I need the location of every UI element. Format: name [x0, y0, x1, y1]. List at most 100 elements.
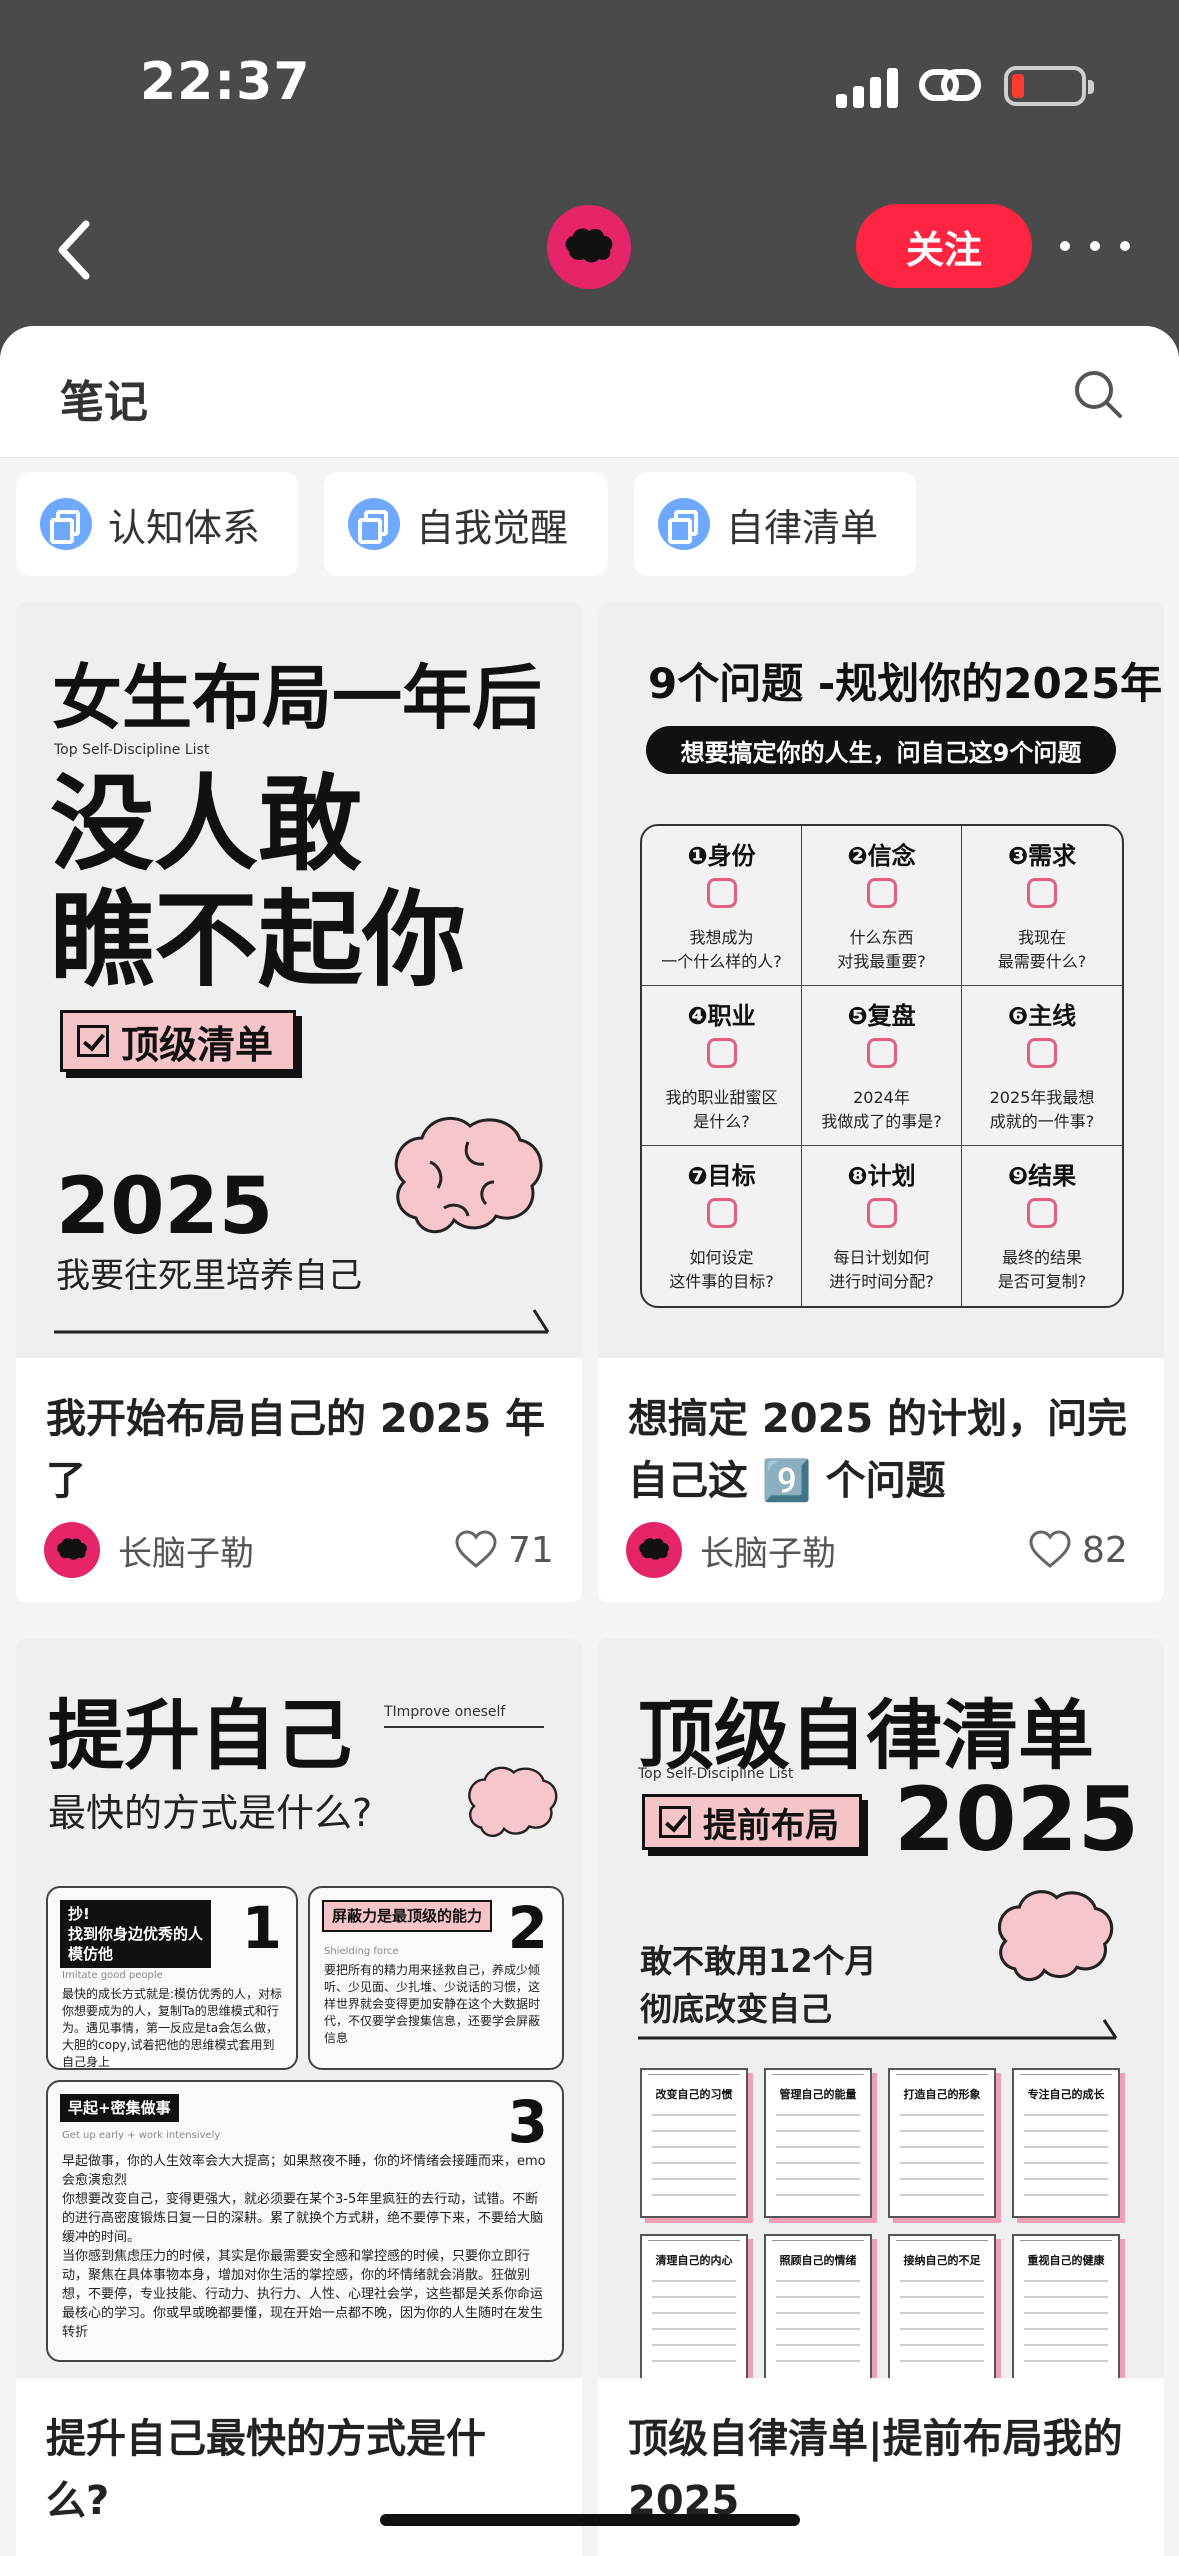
like-button[interactable]: 82	[1028, 1520, 1128, 1580]
chip-collection[interactable]: 认知体系	[16, 472, 298, 576]
cover-divider	[384, 1726, 544, 1728]
sheet-title: 管理自己的能量	[779, 2088, 857, 2101]
question-heading: ❶身份	[687, 842, 756, 870]
question-text: 2025年我最想 成就的一件事?	[989, 1088, 1095, 1131]
tip-subtitle: Imitate good people	[62, 1970, 163, 1981]
like-button[interactable]: 71	[454, 1520, 554, 1580]
checklist-sheet: 管理自己的能量	[764, 2068, 872, 2218]
sheet-header: 笔记	[0, 326, 1179, 458]
follow-button[interactable]: 关注	[856, 204, 1032, 288]
tip-card: 抄! 找到你身边优秀的人 模仿他 1 Imitate good people 最…	[46, 1886, 298, 2070]
note-title: 想搞定 2025 的计划，问完自己这 9️⃣ 个问题	[628, 1396, 1128, 1504]
question-heading: ❼目标	[687, 1162, 756, 1190]
question-cell: ❻主线 2025年我最想 成就的一件事?	[962, 986, 1122, 1146]
author-avatar	[44, 1522, 100, 1578]
back-button[interactable]	[44, 210, 104, 290]
collection-icon	[658, 498, 710, 550]
cover-badge: 顶级清单	[60, 1010, 297, 1072]
profile-avatar[interactable]	[547, 205, 631, 289]
tip-number: 1	[241, 1894, 282, 1962]
search-icon[interactable]	[1070, 366, 1126, 422]
question-text: 最终的结果 是否可复制?	[997, 1248, 1087, 1291]
checkbox-icon	[659, 1806, 691, 1838]
question-text: 2024年 我做成了的事是?	[821, 1088, 942, 1131]
tip-heading: 早起+密集做事	[60, 2094, 179, 2122]
question-icon	[866, 878, 897, 908]
cover-line: 瞧不起你	[50, 879, 467, 1001]
tip-heading: 屏蔽力是最顶级的能力	[322, 1900, 493, 1932]
brain-illustration-icon	[998, 1890, 1114, 1982]
cover-subtitle: TImprove oneself	[384, 1704, 506, 1720]
home-indicator[interactable]	[380, 2514, 800, 2526]
cover-year: 2025	[894, 1768, 1139, 1871]
note-author[interactable]: 长脑子勒	[44, 1520, 254, 1580]
sheet-title: 专注自己的成长	[1027, 2088, 1105, 2101]
heart-icon	[455, 1530, 497, 1568]
cellular-signal-icon	[836, 64, 898, 108]
brain-icon	[565, 228, 613, 263]
question-cell: ❹职业 我的职业甜蜜区 是什么?	[642, 986, 802, 1146]
question-icon	[706, 878, 737, 908]
badge-label: 提前布局	[703, 1805, 839, 1846]
brain-illustration-icon	[394, 1116, 543, 1234]
brain-illustration-icon	[468, 1766, 558, 1838]
badge-label: 顶级清单	[121, 1022, 274, 1067]
tip-body: 早起做事，你的人生效率会大大提高；如果熬夜不睡，你的坏情绪会接踵而来，emo会愈…	[62, 2154, 546, 2340]
question-text: 我现在 最需要什么?	[997, 928, 1087, 971]
chip-collection[interactable]: 自我觉醒	[324, 472, 608, 576]
cover-underline	[54, 1309, 550, 1334]
chip-collection[interactable]: 自律清单	[634, 472, 916, 576]
question-icon	[1027, 1038, 1057, 1068]
checkbox-icon	[77, 1025, 109, 1057]
author-name: 长脑子勒	[700, 1533, 836, 1574]
sheet-title: 重视自己的健康	[1027, 2254, 1105, 2267]
question-grid: ❶身份 我想成为 一个什么样的人? ❷信念 什么东西 对我最重要? ❸需求 我现在 最…	[640, 824, 1124, 1308]
question-icon	[866, 1038, 897, 1068]
note-card[interactable]: 提升自己 TImprove oneself 最快的方式是什么? 抄! 找到你身边…	[16, 1638, 582, 2556]
question-text: 每日计划如何 进行时间分配?	[829, 1248, 934, 1291]
question-icon	[866, 1198, 897, 1228]
note-title: 我开始布局自己的 2025 年了	[46, 1396, 546, 1504]
brain-icon	[639, 1538, 669, 1560]
tip-subtitle: Get up early + work intensively	[62, 2130, 221, 2141]
sheet-title: 笔记	[60, 377, 148, 428]
note-author[interactable]: 长脑子勒	[626, 1520, 836, 1580]
checklist-sheet: 接纳自己的不足	[888, 2234, 996, 2378]
checklist-sheet: 打造自己的形象	[888, 2068, 996, 2218]
checklist-sheet: 照顾自己的情绪	[764, 2234, 872, 2378]
cover-badge: 提前布局	[642, 1794, 862, 1850]
question-cell: ❼目标 如何设定 这件事的目标?	[642, 1146, 802, 1306]
cover-headline: 9个问题 -规划你的2025年	[648, 659, 1163, 708]
note-card[interactable]: 9个问题 -规划你的2025年 想要搞定你的人生，问自己这9个问题 ❶身份 我想成…	[598, 602, 1164, 1602]
chip-label: 自律清单	[726, 505, 879, 550]
sheet-title: 接纳自己的不足	[903, 2254, 981, 2267]
cover-headline: 提升自己	[48, 1691, 352, 1780]
tip-number: 2	[507, 1894, 548, 1962]
tip-number: 3	[507, 2088, 548, 2156]
cover-underline	[638, 2019, 1118, 2040]
like-count: 82	[1082, 1529, 1128, 1571]
personal-hotspot-icon	[919, 69, 981, 101]
note-card[interactable]: 顶级自律清单 Top Self-Discipline List 提前布局 202…	[598, 1638, 1164, 2556]
question-text: 我想成为 一个什么样的人?	[661, 928, 782, 971]
question-heading: ❾结果	[1007, 1162, 1077, 1190]
note-card[interactable]: 女生布局一年后 Top Self-Discipline List 没人敢 瞧不起…	[16, 602, 582, 1602]
checklist-sheet: 专注自己的成长	[1012, 2068, 1120, 2218]
notes-sheet: 笔记 认知体系 自我觉醒 自律清单 女生布局一年后 Top Self-Disci…	[0, 326, 1179, 2556]
tip-card: 屏蔽力是最顶级的能力 2 Shielding force 要把所有的精力用来拯救…	[308, 1886, 564, 2070]
collection-icon	[40, 498, 92, 550]
cover-headline-big: 没人敢 瞧不起你	[50, 766, 466, 998]
status-time: 22:37	[140, 52, 311, 112]
checklist-sheet: 改变自己的习惯	[640, 2068, 748, 2218]
sheet-title: 改变自己的习惯	[655, 2088, 733, 2101]
question-heading: ❷信念	[847, 842, 916, 870]
collection-icon	[348, 498, 400, 550]
sheet-title: 打造自己的形象	[903, 2088, 981, 2101]
like-count: 71	[508, 1529, 554, 1571]
author-name: 长脑子勒	[118, 1533, 254, 1574]
question-heading: ❽计划	[847, 1162, 916, 1190]
note-cover: 女生布局一年后 Top Self-Discipline List 没人敢 瞧不起…	[16, 602, 582, 1358]
question-cell: ❺复盘 2024年 我做成了的事是?	[802, 986, 962, 1146]
chip-label: 认知体系	[108, 505, 261, 550]
more-options-icon[interactable]	[1060, 226, 1130, 266]
